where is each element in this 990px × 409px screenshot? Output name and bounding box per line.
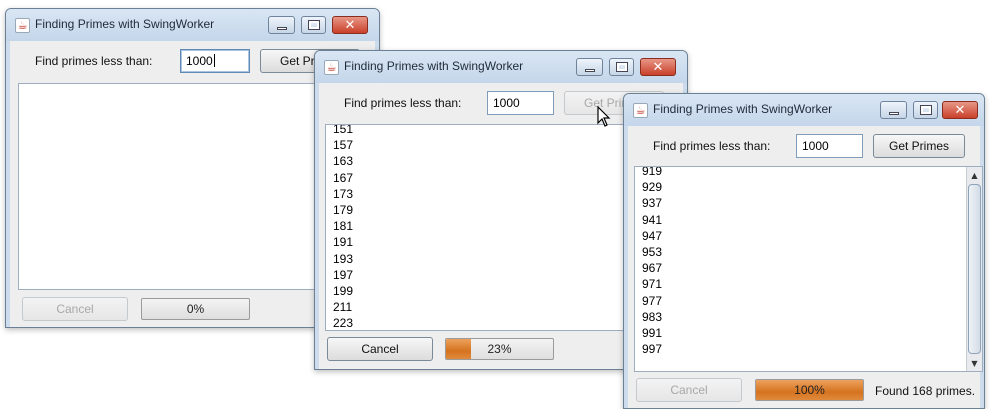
cancel-button[interactable]: Cancel <box>22 297 128 321</box>
prime-line: 211 <box>333 300 353 315</box>
status-label: Found 168 primes. <box>875 384 976 398</box>
limit-input[interactable]: 1000 <box>180 49 250 73</box>
maximize-button[interactable] <box>301 16 326 34</box>
prime-line: 967 <box>642 261 663 276</box>
prime-line: 953 <box>642 244 663 259</box>
prime-line: 179 <box>333 202 354 217</box>
window-3: ☕ Finding Primes with SwingWorker ✕ Find… <box>623 93 985 409</box>
get-primes-button[interactable]: Get Primes <box>873 134 965 158</box>
maximize-icon <box>615 62 628 72</box>
close-icon: ✕ <box>652 59 664 75</box>
java-cup-icon: ☕ <box>633 103 648 118</box>
primes-list: 151 157 163 167 173 179 181 191 193 197 199 211 223 <box>333 124 354 331</box>
scroll-thumb[interactable] <box>968 184 981 354</box>
progress-bar: 23% <box>445 338 554 360</box>
text-caret <box>213 54 215 67</box>
prime-line: 977 <box>642 293 663 308</box>
progress-text: 23% <box>487 342 512 356</box>
minimize-button[interactable] <box>576 58 603 76</box>
cancel-button[interactable]: Cancel <box>636 378 742 402</box>
limit-input-value: 1000 <box>802 139 829 153</box>
minimize-button[interactable] <box>268 16 295 34</box>
prime-line: 167 <box>333 170 354 185</box>
prime-line: 181 <box>333 219 354 234</box>
find-primes-label: Find primes less than: <box>35 54 153 68</box>
find-primes-label: Find primes less than: <box>344 96 462 110</box>
scroll-up-icon[interactable]: ▲ <box>967 167 982 183</box>
window-title: Finding Primes with SwingWorker <box>35 17 215 31</box>
maximize-button[interactable] <box>609 58 634 76</box>
progress-bar: 100% <box>755 379 864 401</box>
close-button[interactable]: ✕ <box>332 16 368 34</box>
title-bar[interactable]: ☕ Finding Primes with SwingWorker ✕ <box>6 9 379 41</box>
progress-text: 100% <box>794 383 825 397</box>
window-title: Finding Primes with SwingWorker <box>344 59 524 73</box>
maximize-icon <box>307 20 320 30</box>
close-button[interactable]: ✕ <box>942 101 978 119</box>
primes-list: 919 929 937 941 947 953 967 971 977 983 991 997 <box>642 166 663 357</box>
prime-line: 157 <box>333 138 354 153</box>
limit-input[interactable]: 1000 <box>487 91 554 115</box>
title-bar[interactable]: ☕ Finding Primes with SwingWorker ✕ <box>624 94 984 126</box>
prime-line: 947 <box>642 228 663 243</box>
minimize-button[interactable] <box>880 101 907 119</box>
primes-text-area[interactable]: 919 929 937 941 947 953 967 971 977 983 991 997 ▲ ▼ <box>634 166 983 372</box>
close-icon: ✕ <box>344 17 356 33</box>
mouse-pointer-icon <box>597 106 611 127</box>
java-cup-icon: ☕ <box>324 60 339 75</box>
limit-input[interactable]: 1000 <box>796 134 863 158</box>
scroll-down-icon[interactable]: ▼ <box>967 355 982 371</box>
cancel-button[interactable]: Cancel <box>327 337 433 361</box>
prime-line: 191 <box>333 235 354 250</box>
prime-line: 997 <box>642 342 663 357</box>
prime-line: 151 <box>333 124 354 136</box>
prime-line: 941 <box>642 212 663 227</box>
find-primes-label: Find primes less than: <box>653 139 771 153</box>
prime-line: 937 <box>642 196 663 211</box>
vertical-scrollbar[interactable]: ▲ ▼ <box>966 167 982 371</box>
maximize-button[interactable] <box>913 101 938 119</box>
prime-line: 193 <box>333 251 354 266</box>
prime-line: 199 <box>333 283 354 298</box>
prime-line: 173 <box>333 186 354 201</box>
java-cup-icon: ☕ <box>15 18 30 33</box>
title-bar[interactable]: ☕ Finding Primes with SwingWorker ✕ <box>315 51 687 83</box>
prime-line: 983 <box>642 309 663 324</box>
close-button[interactable]: ✕ <box>640 58 676 76</box>
window-title: Finding Primes with SwingWorker <box>653 102 833 116</box>
prime-line: 223 <box>333 316 354 331</box>
prime-line: 991 <box>642 325 663 340</box>
limit-input-value: 1000 <box>493 96 520 110</box>
minimize-icon <box>888 111 899 115</box>
minimize-icon <box>584 68 595 72</box>
prime-line: 929 <box>642 180 663 195</box>
limit-input-value: 1000 <box>186 54 213 68</box>
prime-line: 163 <box>333 154 354 169</box>
progress-bar: 0% <box>141 298 250 320</box>
content-pane: Find primes less than: 1000 Get Primes 9… <box>628 126 983 408</box>
prime-line: 971 <box>642 277 663 292</box>
prime-line: 197 <box>333 267 354 282</box>
maximize-icon <box>919 105 932 115</box>
progress-text: 0% <box>186 302 205 316</box>
minimize-icon <box>276 26 287 30</box>
prime-line: 919 <box>642 166 663 178</box>
close-icon: ✕ <box>954 102 966 118</box>
